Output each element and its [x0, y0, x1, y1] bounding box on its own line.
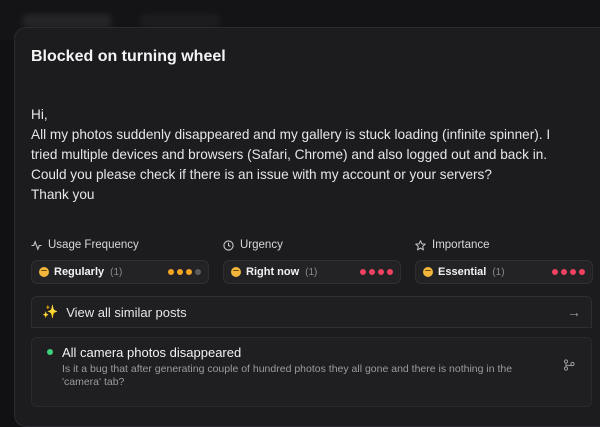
level-dot-filled: [360, 269, 366, 275]
usage-frequency-label: Usage Frequency: [48, 239, 139, 251]
emoji-icon: [231, 267, 241, 277]
level-dot-filled: [177, 269, 183, 275]
importance-value: Essential: [438, 266, 487, 278]
urgency-count: (1): [305, 266, 318, 278]
level-dot-filled: [387, 269, 393, 275]
level-dot-filled: [378, 269, 384, 275]
level-dot-filled: [561, 269, 567, 275]
emoji-icon: [39, 267, 49, 277]
level-dot-filled: [369, 269, 375, 275]
message-line: Could you please check if there is an is…: [31, 167, 492, 182]
message-line: All my photos suddenly disappeared and m…: [31, 127, 551, 142]
message-line: Thank you: [31, 187, 95, 202]
message-line: tried multiple devices and browsers (Saf…: [31, 147, 548, 162]
usage-frequency-count: (1): [110, 266, 123, 278]
urgency-pill[interactable]: Right now (1): [223, 260, 401, 284]
sparkle-icon: ✨: [42, 304, 59, 319]
activity-icon: [31, 239, 42, 251]
usage-frequency-value: Regularly: [54, 266, 105, 278]
usage-frequency-level: [168, 269, 201, 275]
urgency-label: Urgency: [240, 239, 283, 251]
background-tab: [140, 14, 220, 28]
importance-count: (1): [492, 266, 505, 278]
ticket-title: Blocked on turning wheel: [31, 48, 226, 65]
level-dot-filled: [552, 269, 558, 275]
ticket-modal: Blocked on turning wheel Hi, All my phot…: [14, 27, 600, 427]
status-dot: [47, 349, 53, 355]
similar-post-item[interactable]: All camera photos disappeared Is it a bu…: [31, 337, 592, 407]
level-dot-filled: [579, 269, 585, 275]
arrow-right-icon: →: [567, 304, 581, 320]
message-line: Hi,: [31, 107, 48, 122]
similar-post-description: Is it a bug that after generating couple…: [62, 363, 513, 388]
importance-heading: Importance: [415, 239, 490, 251]
level-dot-empty: [195, 269, 201, 275]
importance-pill[interactable]: Essential (1): [415, 260, 593, 284]
urgency-heading: Urgency: [223, 239, 283, 251]
emoji-icon: [423, 267, 433, 277]
branch-icon[interactable]: [563, 359, 575, 371]
background-tab: [22, 14, 112, 28]
usage-frequency-pill[interactable]: Regularly (1): [31, 260, 209, 284]
usage-frequency-heading: Usage Frequency: [31, 239, 139, 251]
urgency-value: Right now: [246, 266, 300, 278]
star-icon: [415, 239, 426, 250]
importance-level: [552, 269, 585, 275]
similar-post-title: All camera photos disappeared: [62, 345, 242, 360]
level-dot-filled: [168, 269, 174, 275]
level-dot-filled: [186, 269, 192, 275]
importance-label: Importance: [432, 239, 490, 251]
level-dot-filled: [570, 269, 576, 275]
urgency-level: [360, 269, 393, 275]
ticket-message: Hi, All my photos suddenly disappeared a…: [31, 105, 591, 205]
clock-icon: [223, 239, 234, 251]
view-similar-posts-button[interactable]: ✨ View all similar posts →: [31, 296, 592, 328]
view-similar-posts-label: View all similar posts: [66, 304, 187, 320]
